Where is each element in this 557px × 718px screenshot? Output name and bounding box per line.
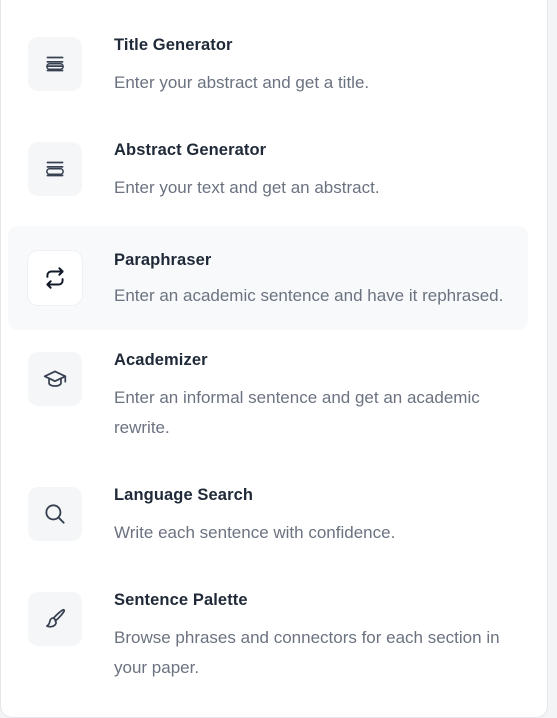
menu-item-abstract-generator[interactable]: Abstract Generator Enter your text and g… [8, 126, 528, 221]
menu-item-title: Sentence Palette [114, 591, 248, 609]
menu-item-title: Paraphraser [114, 251, 212, 269]
menu-item-paraphraser[interactable]: Paraphraser Enter an academic sentence a… [8, 226, 528, 330]
menu-item-language-search[interactable]: Language Search Write each sentence with… [8, 471, 528, 566]
menu-item-sentence-palette[interactable]: Sentence Palette Browse phrases and conn… [8, 576, 528, 701]
menu-item-description: Browse phrases and connectors for each s… [114, 628, 500, 677]
text-lines-icon [28, 37, 82, 91]
menu-item-title: Language Search [114, 486, 254, 504]
menu-item-title-generator[interactable]: Title Generator Enter your abstract and … [8, 21, 528, 116]
graduation-cap-icon [28, 352, 82, 406]
search-icon [28, 487, 82, 541]
refresh-icon [28, 251, 82, 305]
menu-item-academizer[interactable]: Academizer Enter an informal sentence an… [8, 336, 528, 461]
menu-item-description: Enter your abstract and get a title. [114, 73, 370, 92]
menu-item-description: Enter your text and get an abstract. [114, 178, 380, 197]
menu-item-title: Abstract Generator [114, 141, 267, 159]
paintbrush-icon [28, 592, 82, 646]
menu-item-title: Title Generator [114, 36, 233, 54]
menu-item-description: Enter an informal sentence and get an ac… [114, 388, 480, 437]
menu-item-description: Enter an academic sentence and have it r… [114, 286, 504, 305]
text-lines-icon [28, 142, 82, 196]
menu-item-description: Write each sentence with confidence. [114, 523, 396, 542]
menu-item-title: Academizer [114, 351, 208, 369]
